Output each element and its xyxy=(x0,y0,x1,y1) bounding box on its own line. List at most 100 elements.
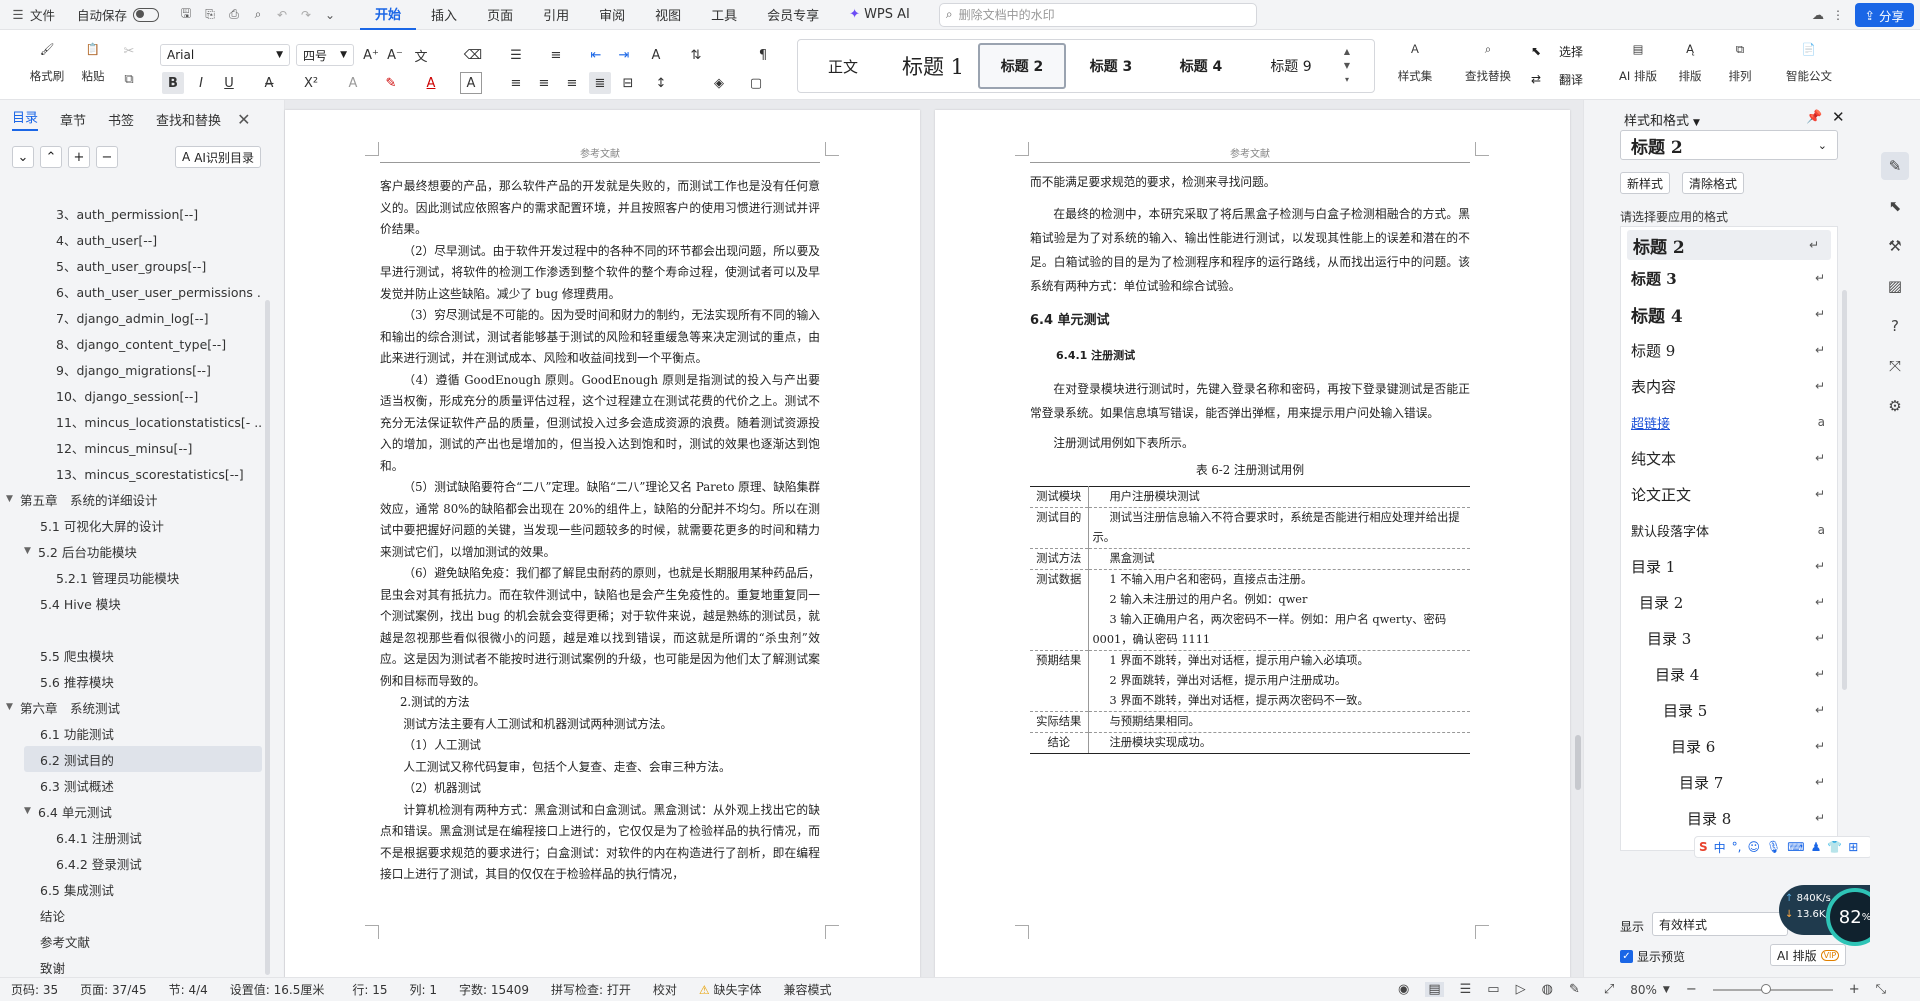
toc-item[interactable]: 6.2 测试目的 xyxy=(24,746,262,772)
test-case-table[interactable]: 测试模块 用户注册模块测试 测试目的 测试当注册信息输入不符合要求时，系统是否能进行相… xyxy=(1030,485,1470,754)
status-setting[interactable]: 设置值: 16.5厘米 xyxy=(219,981,336,998)
tab-references[interactable]: 引用 xyxy=(528,0,584,30)
style-list-item[interactable]: 目录 4 ↵ xyxy=(1621,656,1837,692)
ai-recognize-toc-button[interactable]: A AI识别目录 xyxy=(175,146,261,168)
current-style-select[interactable]: 标题 2 ⌄ xyxy=(1620,130,1838,160)
style-heading-4[interactable]: 标题 4 xyxy=(1156,43,1246,89)
globe-icon[interactable]: ◍ xyxy=(1542,982,1553,997)
style-heading-1[interactable]: 标题 1 xyxy=(888,43,978,89)
layout-button[interactable]: Ą 排版 xyxy=(1665,36,1715,84)
undo-icon[interactable]: ↶ xyxy=(273,6,291,24)
style-normal[interactable]: 正文 xyxy=(798,43,888,89)
zoom-out-icon[interactable]: − xyxy=(1686,982,1697,997)
status-compat-mode[interactable]: 兼容模式 xyxy=(773,981,843,998)
zoom-slider-thumb[interactable] xyxy=(1760,983,1771,994)
tab-home[interactable]: 开始 xyxy=(360,0,417,30)
numbering-icon[interactable]: ≡ xyxy=(545,44,567,66)
find-replace-button[interactable]: ⌕ 查找替换 xyxy=(1455,36,1521,84)
customize-dropdown-icon[interactable]: ⌄ xyxy=(321,6,339,24)
close-icon[interactable]: ✕ xyxy=(1832,108,1845,126)
toc-item[interactable]: 5.1 可视化大屏的设计 xyxy=(0,512,262,538)
underline-icon[interactable]: U xyxy=(218,72,240,94)
style-list-item[interactable]: 目录 6 ↵ xyxy=(1621,728,1837,764)
toc-item[interactable]: 3、auth_permission[--] xyxy=(0,200,262,226)
char-shading-icon[interactable]: A xyxy=(460,72,482,94)
zoom-in-icon[interactable]: + xyxy=(1849,982,1860,997)
toc-item[interactable]: 5.4 Hive 模块 xyxy=(0,590,262,616)
toc-item[interactable]: ▼ 第六章 系统测试 xyxy=(0,694,262,720)
redo-icon[interactable]: ↷ xyxy=(297,6,315,24)
toc-item[interactable]: 5.5 爬虫模块 xyxy=(0,642,262,668)
toc-item[interactable]: ▼ 6.4 单元测试 xyxy=(0,798,262,824)
style-list-item[interactable]: 目录 3 ↵ xyxy=(1621,620,1837,656)
fullscreen-icon[interactable]: ⤡ xyxy=(1876,982,1886,997)
select-button[interactable]: ⬉ 选择 xyxy=(1525,40,1589,62)
edit-pen-icon[interactable]: ✎ xyxy=(1881,152,1909,180)
style-list-item[interactable]: 表内容 ↵ xyxy=(1621,368,1837,404)
strikethrough-icon[interactable]: A̶ xyxy=(258,72,280,94)
font-name-select[interactable]: Arial ▼ xyxy=(160,44,290,66)
chinese-layout-icon[interactable]: A xyxy=(645,44,667,66)
pdf-export-icon[interactable]: ⎘ xyxy=(201,6,219,24)
adjust-icon[interactable]: ⚒ xyxy=(1881,232,1909,260)
chevron-down-icon[interactable]: ▼ xyxy=(1693,118,1700,128)
style-list-item[interactable]: 标题 9 ↵ xyxy=(1621,332,1837,368)
toc-item[interactable]: 5.2.1 管理员功能模块 xyxy=(0,564,262,590)
toc-item[interactable]: 10、django_session[--] xyxy=(0,382,262,408)
smart-doc-button[interactable]: 📄 智能公文 xyxy=(1780,36,1838,84)
remove-heading-button[interactable]: − xyxy=(96,146,118,168)
tab-toc[interactable]: 目录 xyxy=(12,107,39,131)
status-word-count[interactable]: 字数: 15409 xyxy=(448,981,540,998)
search-input[interactable]: ⌕ 删除文档中的水印 xyxy=(938,2,1257,27)
shrink-font-icon[interactable]: A⁻ xyxy=(384,44,406,66)
bullets-icon[interactable]: ☰ xyxy=(505,44,527,66)
file-menu[interactable]: ☰ 文件 xyxy=(0,0,61,30)
ai-layout-button[interactable]: ▤ AI 排版 xyxy=(1610,36,1666,84)
tab-member[interactable]: 会员专享 xyxy=(752,0,834,30)
show-marks-icon[interactable]: ¶ xyxy=(752,44,774,66)
line-spacing-icon[interactable]: ↕ xyxy=(650,72,672,94)
toc-item[interactable]: 6.4.2 登录测试 xyxy=(0,850,262,876)
toc-item[interactable]: 5、auth_user_groups[--] xyxy=(0,252,262,278)
zoom-slider[interactable] xyxy=(1712,983,1833,994)
web-view-icon[interactable]: ▭ xyxy=(1487,982,1499,997)
format-painter-button[interactable]: 🖌 格式刷 xyxy=(23,36,71,84)
toc-item[interactable]: 13、mincus_scorestatistics[--] xyxy=(0,460,262,486)
style-set-button[interactable]: Ａ 样式集 xyxy=(1385,36,1445,84)
gallery-scroll[interactable]: ▲ ▼ ▾ xyxy=(1336,45,1358,87)
toc-item[interactable]: 6.1 功能测试 xyxy=(0,720,262,746)
styles-scrollbar[interactable] xyxy=(1842,290,1847,690)
status-section[interactable]: 节: 4/4 xyxy=(158,981,219,998)
toc-item[interactable]: 6.3 测试概述 xyxy=(0,772,262,798)
toggle-switch[interactable] xyxy=(133,7,160,22)
ai-layout-pane-button[interactable]: AI 排版 VIP xyxy=(1770,944,1847,966)
tab-bookmarks[interactable]: 书签 xyxy=(108,110,134,129)
style-list-item[interactable]: 目录 1 ↵ xyxy=(1621,548,1837,584)
eye-protect-icon[interactable]: ◉ xyxy=(1398,982,1409,997)
decrease-indent-icon[interactable]: ⇤ xyxy=(585,44,607,66)
increase-indent-icon[interactable]: ⇥ xyxy=(613,44,635,66)
grow-font-icon[interactable]: A⁺ xyxy=(360,44,382,66)
tab-sections[interactable]: 章节 xyxy=(60,110,86,129)
toc-item[interactable]: 4、auth_user[--] xyxy=(0,226,262,252)
toc-item[interactable]: 8、django_content_type[--] xyxy=(0,330,262,356)
toc-item[interactable] xyxy=(0,616,262,642)
style-list-item[interactable]: 目录 8 ↵ xyxy=(1621,800,1837,836)
style-list-item[interactable]: 标题 2 ↵ xyxy=(1627,230,1831,260)
cloud-sync-icon[interactable]: ☁ xyxy=(1809,6,1827,24)
close-icon[interactable]: ✕ xyxy=(237,110,250,129)
style-list-item[interactable]: 超链接 a xyxy=(1621,404,1837,440)
caret-down-icon[interactable]: ▼ xyxy=(6,702,20,712)
show-preview-checkbox[interactable]: ✓ 显示预览 xyxy=(1620,948,1685,965)
toc-item[interactable]: 9、django_migrations[--] xyxy=(0,356,262,382)
style-list-item[interactable]: 目录 5 ↵ xyxy=(1621,692,1837,728)
left-page-scrollbar[interactable] xyxy=(923,110,931,980)
collapse-all-button[interactable]: ⌄ xyxy=(12,146,34,168)
font-size-select[interactable]: 四号 ▼ xyxy=(296,44,354,66)
justify-icon[interactable]: ≣ xyxy=(589,72,611,94)
align-center-icon[interactable]: ≡ xyxy=(533,72,555,94)
image-icon[interactable]: ▨ xyxy=(1881,272,1909,300)
paste-button[interactable]: 📋 粘贴 xyxy=(69,36,117,84)
tab-review[interactable]: 审阅 xyxy=(584,0,640,30)
toc-item[interactable]: 结论 xyxy=(0,902,262,928)
